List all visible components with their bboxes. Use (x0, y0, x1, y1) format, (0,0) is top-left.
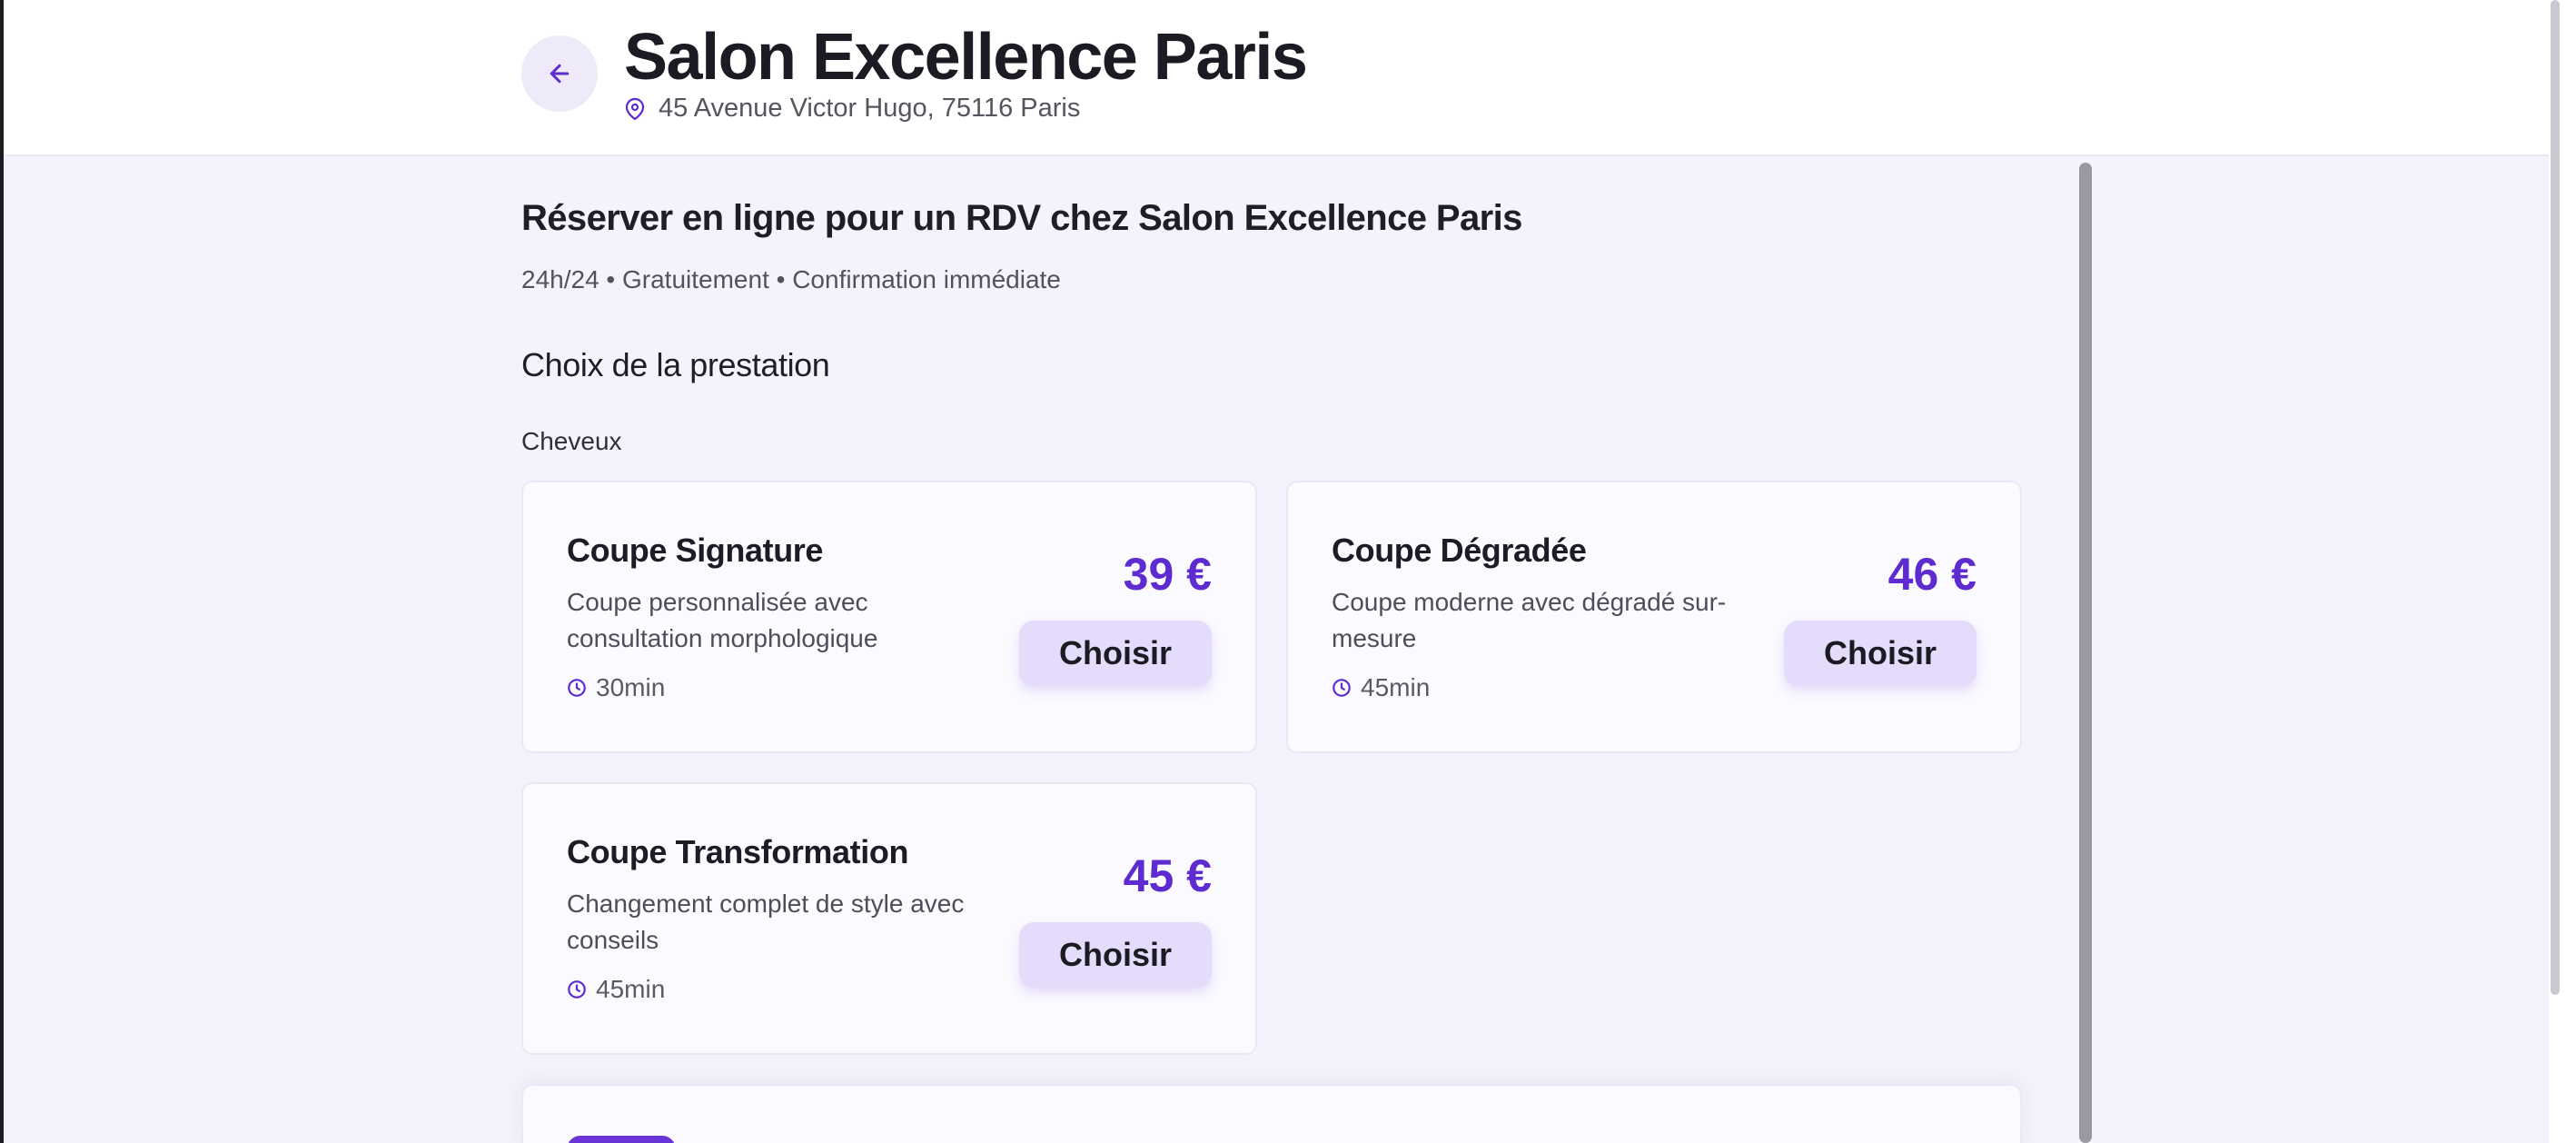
arrow-left-icon (550, 64, 570, 84)
choose-button[interactable]: Choisir (1019, 621, 1212, 686)
service-card: Coupe Signature Coupe personnalisée avec… (521, 481, 1257, 753)
service-card: Coupe Dégradée Coupe moderne avec dégrad… (1286, 481, 2022, 753)
service-price: 46 € (1887, 549, 1977, 600)
booking-title: Réserver en ligne pour un RDV chez Salon… (521, 198, 1522, 238)
choose-button[interactable]: Choisir (1784, 621, 1977, 686)
service-duration: 45min (1332, 673, 1430, 702)
service-name: Coupe Signature (567, 532, 824, 569)
category-label: Cheveux (521, 427, 622, 455)
next-card-partial (521, 1084, 2022, 1143)
service-duration: 45min (567, 975, 665, 1004)
service-card: Coupe Transformation Changement complet … (521, 782, 1257, 1055)
service-price: 45 € (1123, 850, 1212, 901)
service-description: Changement complet de style avec conseil… (567, 890, 965, 954)
page-scrollbar[interactable] (2551, 0, 2560, 995)
badge-partial (567, 1136, 676, 1143)
service-name: Coupe Dégradée (1332, 532, 1587, 569)
service-description: Coupe moderne avec dégradé sur-mesure (1332, 588, 1727, 652)
service-name: Coupe Transformation (567, 833, 909, 870)
duration-text: 45min (596, 975, 666, 1003)
content-scrollbar[interactable] (2079, 163, 2092, 1143)
duration-text: 45min (1361, 673, 1431, 701)
section-title: Choix de la prestation (521, 346, 830, 383)
salon-address: 45 Avenue Victor Hugo, 75116 Paris (624, 94, 1080, 124)
clock-icon (1333, 679, 1351, 697)
address-text: 45 Avenue Victor Hugo, 75116 Paris (659, 94, 1081, 123)
clock-icon (568, 679, 586, 697)
choose-button[interactable]: Choisir (1019, 922, 1212, 988)
booking-meta: 24h/24 • Gratuitement • Confirmation imm… (521, 265, 1061, 293)
salon-title: Salon Excellence Paris (624, 21, 1308, 94)
page-header: Salon Excellence Paris 45 Avenue Victor … (4, 0, 2549, 156)
service-price: 39 € (1123, 549, 1212, 600)
clock-icon (568, 980, 586, 999)
service-duration: 30min (567, 673, 665, 702)
back-button[interactable] (521, 35, 598, 112)
service-description: Coupe personnalisée avec consultation mo… (567, 588, 878, 652)
map-pin-icon (625, 97, 645, 120)
duration-text: 30min (596, 673, 666, 701)
window-edge (0, 0, 4, 1143)
